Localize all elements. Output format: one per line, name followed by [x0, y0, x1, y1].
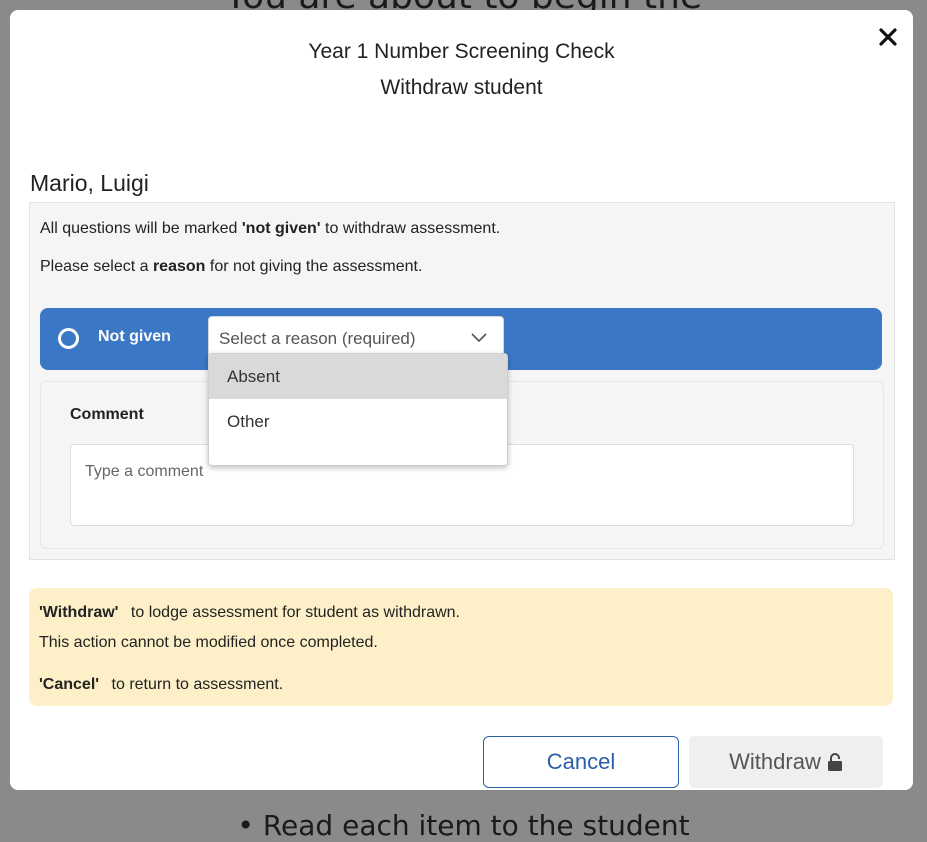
student-name: Mario, Luigi — [30, 170, 149, 196]
withdraw-button-label: Withdraw — [729, 749, 821, 774]
not-given-radio[interactable] — [58, 328, 79, 349]
withdraw-button[interactable]: Withdraw — [689, 736, 883, 788]
notice-withdraw-line: 'Withdraw' to lodge assessment for stude… — [39, 604, 460, 621]
reason-select-placeholder: Select a reason (required) — [219, 329, 416, 348]
background-instruction: • Read each item to the student — [237, 809, 690, 842]
unlock-icon — [827, 753, 842, 771]
reason-option-other[interactable]: Other — [209, 399, 507, 444]
cancel-button[interactable]: Cancel — [483, 736, 679, 788]
info-text-not-given: All questions will be marked 'not given'… — [40, 220, 501, 237]
notice-cancel-line: 'Cancel' to return to assessment. — [39, 676, 284, 693]
notice-warning-line: This action cannot be modified once comp… — [39, 634, 378, 651]
modal-title: Year 1 Number Screening Check — [308, 40, 615, 63]
modal-header: Year 1 Number Screening Check Withdraw s… — [10, 34, 913, 106]
reason-option-absent[interactable]: Absent — [209, 354, 507, 399]
reason-dropdown-menu: Absent Other — [208, 353, 508, 466]
withdraw-notice: 'Withdraw' to lodge assessment for stude… — [29, 588, 893, 706]
comment-label: Comment — [70, 406, 144, 423]
chevron-down-icon — [471, 333, 487, 343]
modal-subtitle: Withdraw student — [380, 76, 543, 99]
info-text-reason: Please select a reason for not giving th… — [40, 258, 423, 275]
not-given-label[interactable]: Not given — [98, 328, 171, 346]
